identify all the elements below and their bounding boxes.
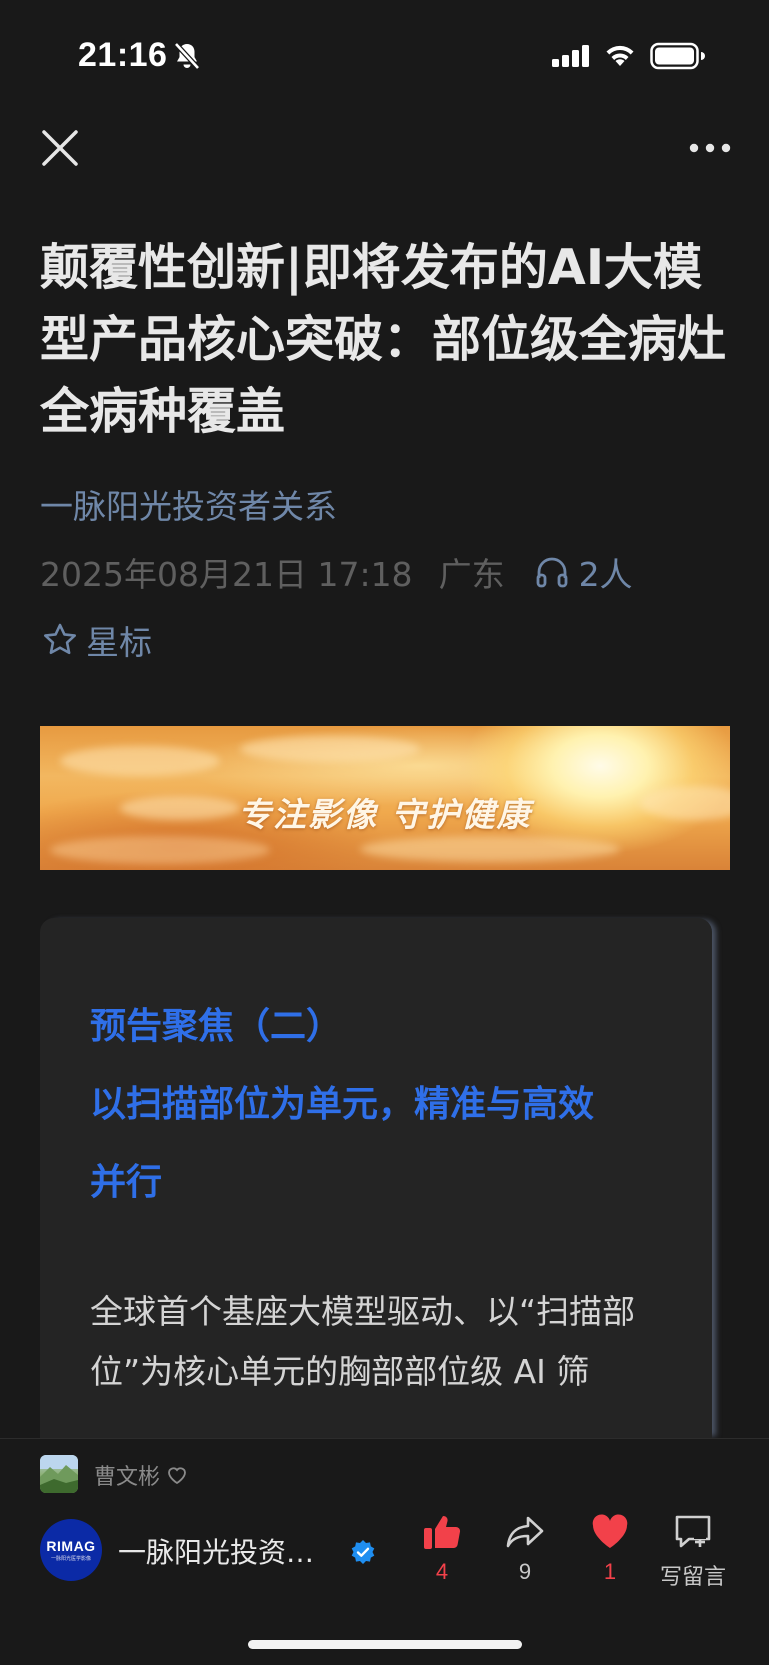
- logo-text: RIMAG: [46, 1538, 96, 1554]
- sharer-name: 曹文彬: [94, 1465, 161, 1490]
- star-button[interactable]: 星标: [42, 616, 152, 664]
- account-logo[interactable]: RIMAG 一脉阳光医学影像: [40, 1519, 102, 1581]
- heading-line: 并行: [90, 1162, 163, 1203]
- close-button[interactable]: [40, 128, 80, 168]
- account-name-link[interactable]: 一脉阳光投资者关系: [40, 480, 337, 528]
- bell-off-icon: [174, 42, 200, 74]
- write-comment-button[interactable]: 写留言: [653, 1513, 733, 1591]
- like-button[interactable]: 4: [402, 1513, 482, 1585]
- more-options-button[interactable]: [688, 136, 732, 160]
- heart-icon: [592, 1514, 628, 1548]
- heart-outline-icon: [168, 1467, 186, 1485]
- more-icon: [689, 143, 731, 153]
- verified-badge-icon: [350, 1539, 376, 1569]
- article-paragraph: 全球首个基座大模型驱动、以“扫描部位”为核心单元的胸部部位级 AI 筛: [90, 1292, 636, 1391]
- publish-region: 广东: [438, 555, 505, 594]
- listener-count: 2人: [578, 555, 633, 594]
- wifi-icon: [603, 42, 637, 72]
- banner-image: 专注影像 守护健康: [40, 726, 730, 870]
- share-button[interactable]: 9: [485, 1513, 565, 1585]
- home-indicator[interactable]: [248, 1640, 522, 1649]
- bottom-action-bar: 曹文彬 RIMAG 一脉阳光医学影像 一脉阳光投资… 4 9 1 写留言: [0, 1438, 769, 1665]
- section-heading: 预告聚焦（二） 以扫描部位为单元，精准与高效 并行: [90, 988, 690, 1222]
- sharer-avatar: [40, 1455, 78, 1493]
- share-count: 9: [518, 1559, 532, 1584]
- sharer-info: 曹文彬: [94, 1459, 188, 1491]
- share-icon: [506, 1516, 544, 1548]
- thumbs-up-icon: [424, 1516, 461, 1549]
- star-icon: [44, 623, 76, 655]
- star-label: 星标: [86, 623, 152, 662]
- comment-icon: [675, 1515, 711, 1548]
- article-meta: 2025年08月21日 17:18 广东 2人: [40, 548, 633, 596]
- battery-icon: [650, 42, 706, 74]
- close-icon: [42, 130, 78, 166]
- logo-subtext: 一脉阳光医学影像: [50, 1556, 91, 1562]
- status-time: 21:16: [78, 36, 168, 74]
- headphones-icon: [536, 557, 567, 588]
- heart-count: 1: [603, 1559, 617, 1584]
- account-name[interactable]: 一脉阳光投资…: [118, 1531, 328, 1571]
- status-bar: 21:16: [0, 0, 769, 112]
- comment-label: 写留言: [659, 1565, 726, 1590]
- banner-slogan: 专注影像 守护健康: [238, 795, 532, 834]
- heading-line: 预告聚焦（二）: [90, 1006, 343, 1047]
- listen-button[interactable]: 2人: [535, 548, 633, 596]
- article-content-card: 预告聚焦（二） 以扫描部位为单元，精准与高效 并行 全球首个基座大模型驱动、以“…: [40, 918, 712, 1438]
- publish-date: 2025年08月21日 17:18: [40, 555, 413, 594]
- cellular-signal-icon: [552, 44, 592, 72]
- recommend-button[interactable]: 1: [570, 1513, 650, 1585]
- heading-line: 以扫描部位为单元，精准与高效: [90, 1084, 595, 1125]
- article-title: 颠覆性创新|即将发布的AI大模型产品核心突破：部位级全病灶全病种覆盖: [40, 239, 727, 440]
- like-count: 4: [435, 1559, 449, 1584]
